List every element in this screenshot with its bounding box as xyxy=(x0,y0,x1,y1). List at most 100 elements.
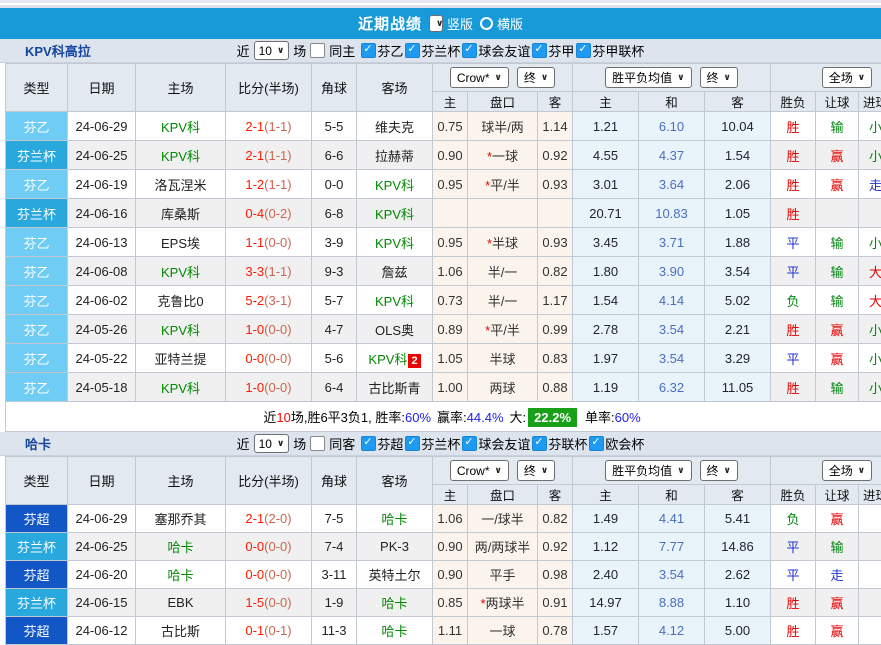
same-venue-checkbox[interactable] xyxy=(310,43,325,58)
corner-cell: 6-8 xyxy=(312,199,357,228)
result-cell: 负 xyxy=(771,286,816,315)
checkbox-checked-icon[interactable] xyxy=(532,436,547,451)
home-odds-cell: 0.90 xyxy=(433,561,468,589)
scope-select[interactable]: 全场 xyxy=(822,67,872,88)
result-cell: 胜 xyxy=(771,373,816,402)
corner-cell: 3-9 xyxy=(312,228,357,257)
score-cell: 0-0(0-0) xyxy=(226,344,312,373)
top-edge-strip xyxy=(0,0,881,8)
radio-vertical-label[interactable]: 竖版 xyxy=(447,14,473,33)
away-odds-cell: 0.82 xyxy=(538,257,573,286)
away-team-cell: 哈卡 xyxy=(357,505,433,533)
checkbox-checked-icon[interactable] xyxy=(462,436,477,451)
handicap-cell: *平/半 xyxy=(468,315,538,344)
away-team-name: 维夫克 xyxy=(375,120,414,135)
league-type-cell: 芬乙 xyxy=(6,344,68,373)
panel-title-bar: 近期战绩 竖版 横版 xyxy=(0,8,881,39)
sub-header-avg-away: 客 xyxy=(705,485,771,505)
avg-draw-cell: 3.71 xyxy=(639,228,705,257)
league-filter-group: 芬乙芬兰杯球会友谊芬甲芬甲联杯 xyxy=(359,41,644,61)
layout-radio-horizontal[interactable]: 横版 xyxy=(480,14,523,33)
odds-stage-select[interactable]: 终 xyxy=(517,460,555,481)
match-row: 芬乙24-05-22亚特兰提0-0(0-0)5-6KPV科21.05半球0.83… xyxy=(6,344,881,373)
checkbox-checked-icon[interactable] xyxy=(405,436,420,451)
league-filter-item[interactable]: 芬乙 xyxy=(361,41,403,60)
avg-stage-select[interactable]: 终 xyxy=(700,67,738,88)
handicap-result-cell: 赢 xyxy=(816,589,859,617)
col-header-type: 类型 xyxy=(6,457,68,505)
goal-result-cell xyxy=(859,505,881,533)
away-odds-cell: 0.99 xyxy=(538,315,573,344)
team-name-link[interactable]: 哈卡 xyxy=(25,434,51,453)
avg-group-header: 胜平负均值 终 xyxy=(573,64,771,92)
home-team-cell: 塞那乔其 xyxy=(136,505,226,533)
away-team-name: OLS奥 xyxy=(375,323,414,338)
odds-stage-select[interactable]: 终 xyxy=(517,67,555,88)
league-filter-item[interactable]: 芬兰杯 xyxy=(405,434,460,453)
home-odds-cell: 0.95 xyxy=(433,170,468,199)
fulltime-score: 1-5 xyxy=(245,595,264,610)
league-filter-item[interactable]: 芬甲联杯 xyxy=(576,41,644,60)
radio-selected-icon[interactable] xyxy=(429,15,443,32)
avg-stage-select[interactable]: 终 xyxy=(700,460,738,481)
score-cell: 0-0(0-0) xyxy=(226,561,312,589)
handicap-cell: 半/一 xyxy=(468,286,538,315)
avg-away-cell: 1.88 xyxy=(705,228,771,257)
handicap-cell: 两/两球半 xyxy=(468,533,538,561)
recent-count-select[interactable]: 10 xyxy=(254,41,290,60)
over-rate-badge: 22.2% xyxy=(528,408,577,427)
league-filter-item[interactable]: 芬超 xyxy=(361,434,403,453)
league-filter-item[interactable]: 球会友谊 xyxy=(462,41,530,60)
radio-horizontal-label[interactable]: 横版 xyxy=(497,14,523,33)
team-name-link[interactable]: KPV科高拉 xyxy=(25,41,91,60)
avg-away-cell: 1.10 xyxy=(705,589,771,617)
date-cell: 24-06-20 xyxy=(68,561,136,589)
checkbox-checked-icon[interactable] xyxy=(576,43,591,58)
result-cell: 胜 xyxy=(771,589,816,617)
layout-radio-vertical[interactable]: 竖版 xyxy=(429,14,473,33)
league-filter-item[interactable]: 芬联杯 xyxy=(532,434,587,453)
recent-label: 近 xyxy=(237,41,250,60)
goal-result-cell xyxy=(859,561,881,589)
home-team-cell: 洛瓦涅米 xyxy=(136,170,226,199)
league-filter-item[interactable]: 芬兰杯 xyxy=(405,41,460,60)
avg-away-cell: 11.05 xyxy=(705,373,771,402)
avg-odds-select[interactable]: 胜平负均值 xyxy=(605,460,691,481)
same-venue-checkbox[interactable] xyxy=(310,436,325,451)
date-cell: 24-06-29 xyxy=(68,112,136,141)
avg-draw-cell: 4.41 xyxy=(639,505,705,533)
radio-unselected-icon[interactable] xyxy=(480,17,493,30)
checkbox-checked-icon[interactable] xyxy=(532,43,547,58)
halftime-score: (0-1) xyxy=(264,623,291,638)
date-cell: 24-06-12 xyxy=(68,617,136,645)
date-cell: 24-06-02 xyxy=(68,286,136,315)
scope-select[interactable]: 全场 xyxy=(822,460,872,481)
bookmaker-select[interactable]: Crow* xyxy=(450,67,509,88)
score-cell: 2-1(2-0) xyxy=(226,505,312,533)
league-filter-item[interactable]: 欧会杯 xyxy=(589,434,644,453)
sub-header-odds-away: 客 xyxy=(538,485,573,505)
away-odds-cell: 0.93 xyxy=(538,228,573,257)
handicap-value: 球半/两 xyxy=(481,120,524,135)
league-filter-item[interactable]: 芬甲 xyxy=(532,41,574,60)
handicap-value: 半球 xyxy=(492,236,518,251)
checkbox-checked-icon[interactable] xyxy=(361,436,376,451)
checkbox-checked-icon[interactable] xyxy=(589,436,604,451)
away-team-name: 古比斯青 xyxy=(368,381,420,396)
avg-home-cell: 1.80 xyxy=(573,257,639,286)
home-team-cell: KPV科 xyxy=(136,112,226,141)
bookmaker-select[interactable]: Crow* xyxy=(450,460,509,481)
checkbox-checked-icon[interactable] xyxy=(462,43,477,58)
league-filter-item[interactable]: 球会友谊 xyxy=(462,434,530,453)
sub-header-handicap-result: 让球 xyxy=(816,92,859,112)
avg-draw-cell: 6.32 xyxy=(639,373,705,402)
recent-count-select[interactable]: 10 xyxy=(254,434,290,453)
avg-draw-cell: 10.83 xyxy=(639,199,705,228)
checkbox-checked-icon[interactable] xyxy=(361,43,376,58)
result-cell: 负 xyxy=(771,505,816,533)
avg-odds-select[interactable]: 胜平负均值 xyxy=(605,67,691,88)
corner-cell: 3-11 xyxy=(312,561,357,589)
checkbox-checked-icon[interactable] xyxy=(405,43,420,58)
col-header-away: 客场 xyxy=(357,64,433,112)
handicap-cell: *平/半 xyxy=(468,170,538,199)
